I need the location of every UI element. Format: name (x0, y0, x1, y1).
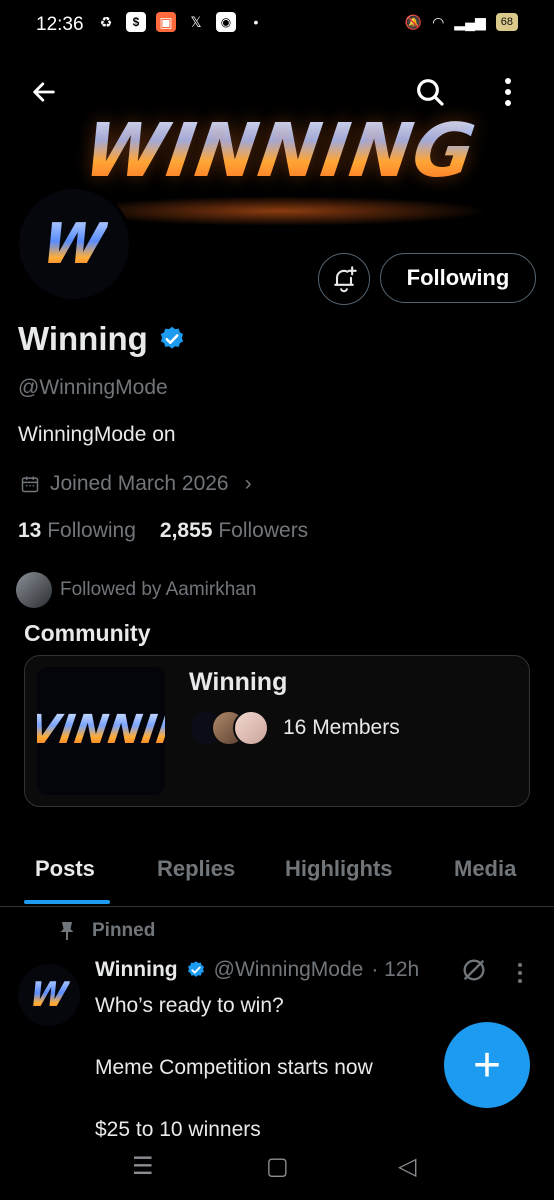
app-icon: ◉ (216, 12, 236, 32)
wifi-icon: ◠ (432, 13, 445, 30)
post-author-handle: @WinningMode (213, 958, 364, 981)
dot-icon: • (253, 14, 259, 30)
plus-icon: + (472, 1038, 502, 1092)
status-system-icons: 🔕 ◠ ▂▄▆ 68 (405, 13, 518, 31)
system-navigation-bar: ☰ ▢ ◁ (0, 1140, 554, 1200)
back-button[interactable] (24, 72, 64, 112)
pinned-text: Pinned (92, 920, 156, 941)
profile-name-row: Winning (18, 320, 186, 358)
pin-icon (60, 922, 74, 940)
joined-date-text: Joined March 2026 (50, 472, 229, 495)
post-author-name[interactable]: Winning (95, 958, 178, 982)
recycle-icon: ♻ (99, 13, 113, 30)
chevron-right-icon: › (244, 472, 252, 495)
community-image-wordmark: VINNIN (37, 707, 165, 753)
post-more-button[interactable] (516, 962, 524, 989)
profile-bio: WinningMode on (18, 423, 176, 446)
battery-indicator: 68 (495, 13, 518, 31)
following-button[interactable]: Following (380, 253, 536, 303)
x-app-icon: 𝕏 (190, 13, 202, 30)
home-square-icon[interactable]: ▢ (266, 1152, 289, 1181)
bell-plus-icon (334, 266, 357, 293)
back-arrow-icon (33, 82, 55, 102)
vertical-dots-icon (518, 963, 522, 983)
follow-stats: 13 Following 2,855 Followers (18, 519, 308, 543)
tab-highlights[interactable]: Highlights (285, 856, 393, 882)
grok-icon (463, 959, 485, 981)
community-card[interactable]: VINNIN Winning 16 Members (24, 655, 530, 807)
community-heading: Community (24, 620, 151, 646)
signal-icon: ▂▄▆ (454, 13, 486, 30)
search-icon (417, 79, 444, 106)
status-notification-icons: ♻ $ ▣ 𝕏 ◉ • (96, 12, 266, 32)
joined-date-row[interactable]: Joined March 2026 › (20, 472, 252, 496)
tab-replies[interactable]: Replies (157, 856, 235, 882)
member-avatars (189, 710, 269, 746)
status-time: 12:36 (36, 14, 84, 35)
tab-posts[interactable]: Posts (35, 856, 95, 882)
recents-menu-icon[interactable]: ☰ (132, 1152, 154, 1181)
follower-avatar (16, 572, 52, 608)
compose-post-button[interactable]: + (444, 1022, 530, 1108)
community-members-row: 16 Members (189, 710, 400, 746)
profile-avatar[interactable]: W (16, 186, 132, 302)
back-triangle-icon[interactable]: ◁ (398, 1152, 416, 1181)
members-count: 16 Members (283, 716, 400, 739)
following-stat[interactable]: 13 Following (18, 519, 136, 543)
post-body: Who’s ready to win? Meme Competition sta… (95, 994, 373, 1141)
member-avatar (233, 710, 269, 746)
w-logo: W (27, 975, 71, 1015)
verified-badge-icon (187, 961, 204, 977)
post-header: Winning @WinningMode · 12h (95, 958, 419, 982)
post-time: · 12h (371, 958, 420, 981)
notifications-button[interactable] (318, 253, 370, 305)
more-options-button[interactable] (488, 72, 528, 112)
app-notification-icon: ▣ (156, 12, 176, 32)
profile-name: Winning (18, 320, 148, 357)
search-button[interactable] (410, 72, 450, 112)
followers-stat[interactable]: 2,855 Followers (160, 519, 308, 543)
banner-wordmark: WINNING (64, 108, 496, 194)
followed-by-row[interactable]: Followed by Aamirkhan (16, 572, 256, 608)
tab-media[interactable]: Media (454, 856, 516, 882)
followed-by-text: Followed by Aamirkhan (60, 579, 257, 600)
community-name: Winning (189, 668, 288, 696)
calendar-icon (21, 476, 39, 493)
dollar-app-icon: $ (126, 12, 146, 32)
w-logo: W (38, 211, 110, 277)
banner-glow (70, 196, 490, 226)
verified-badge-icon (160, 326, 183, 349)
post-author-avatar[interactable]: W (18, 964, 80, 1026)
mute-icon: 🔕 (404, 13, 423, 30)
profile-tabs: Posts Replies Highlights Media (0, 846, 554, 907)
grok-button[interactable] (460, 956, 488, 989)
community-image: VINNIN (37, 667, 165, 795)
profile-handle: @WinningMode (18, 376, 168, 399)
vertical-dots-icon (505, 78, 511, 106)
pinned-label-row: Pinned (58, 920, 155, 942)
active-tab-indicator (24, 900, 110, 904)
